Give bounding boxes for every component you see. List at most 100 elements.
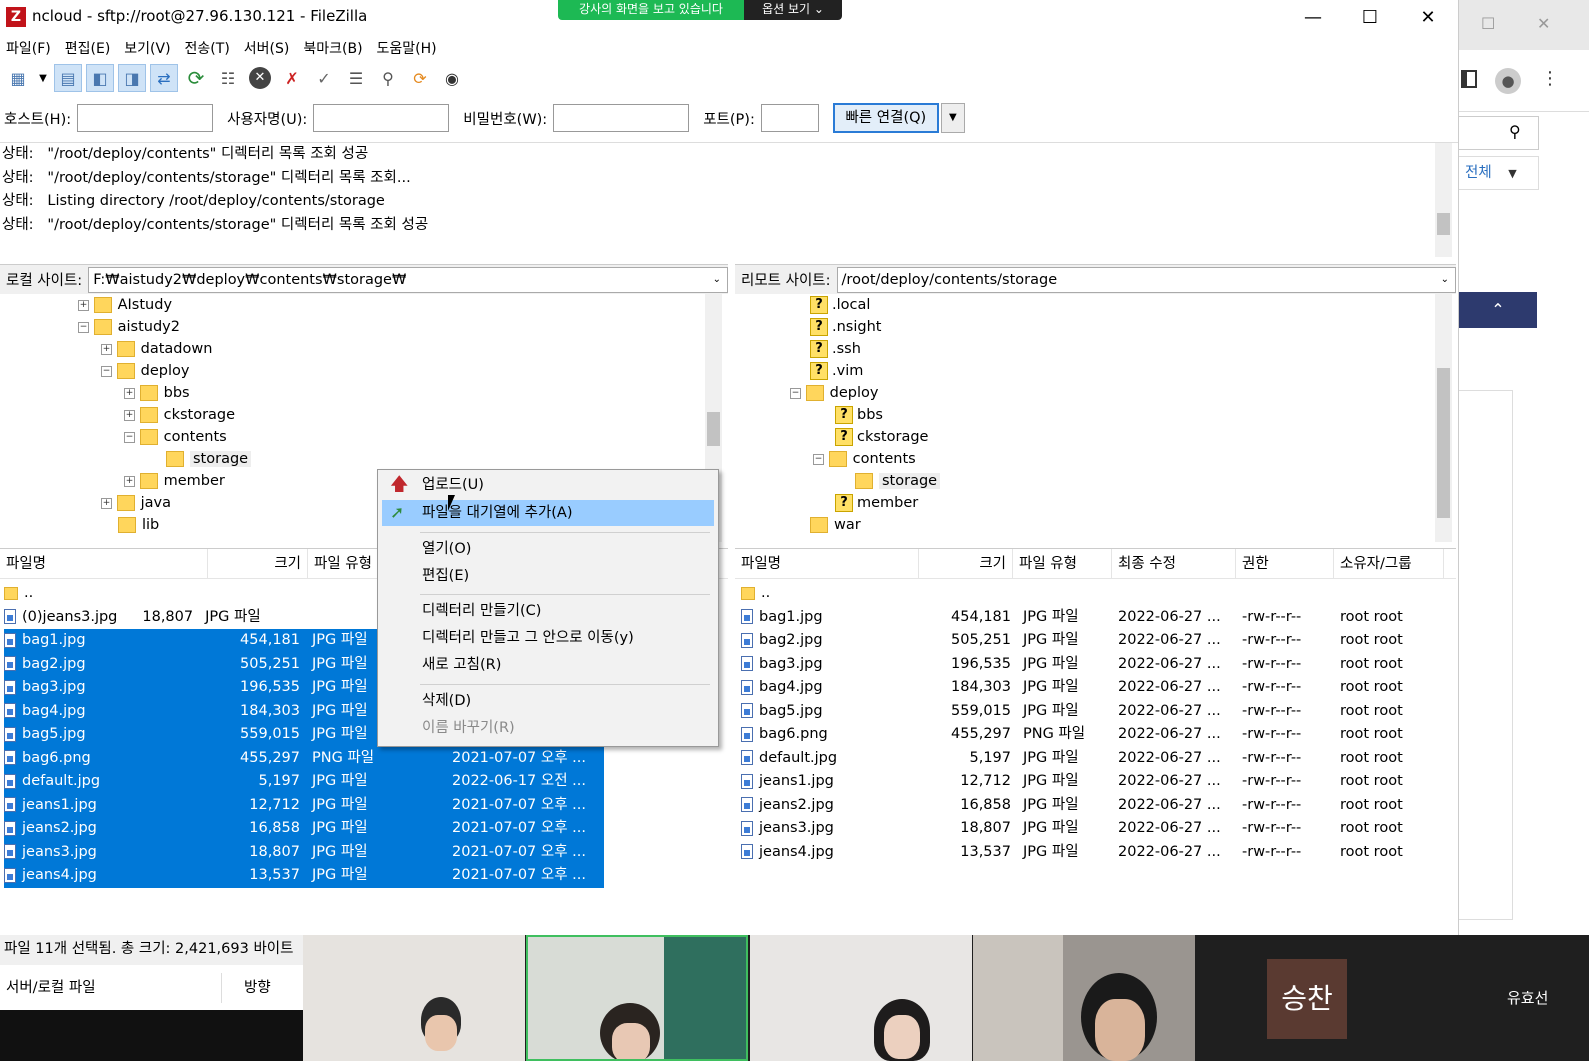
sync-browse-icon[interactable]: ⟳ [406,64,434,92]
file-row[interactable]: jeans3.jpg 18,807 JPG 파일 2022-06-27 ... -rw-… [741,817,1441,841]
search-files-icon[interactable]: ◉ [438,64,466,92]
menu-file[interactable]: 파일(F) [0,34,59,60]
close-button[interactable]: ✕ [1405,0,1451,34]
directory-filter-icon[interactable]: ☰ [342,64,370,92]
col-owner[interactable]: 소유자/그룹 [1334,549,1444,578]
menu-help[interactable]: 도움말(H) [371,34,445,60]
process-queue-icon[interactable]: ☷ [214,64,242,92]
file-row[interactable]: bag6.png 455,297 PNG 파일 2022-06-27 ... -rw-r… [741,723,1441,747]
tree-item-selected[interactable]: storage [855,470,941,492]
search-box[interactable] [1459,116,1539,150]
dropdown-arrow-icon[interactable]: ▼ [36,64,50,92]
file-row[interactable]: jeans1.jpg 12,712 JPG 파일 2022-06-27 ... -rw-… [741,770,1441,794]
tree-item[interactable]: − deploy [101,360,189,382]
toggle-remote-tree-icon[interactable]: ◨ [118,64,146,92]
col-filename[interactable]: 파일명 [0,549,208,578]
port-input[interactable] [760,104,819,132]
username-input[interactable] [313,104,450,132]
menu-item-add-to-queue[interactable]: ➚ 파일을 대기열에 추가(A) [382,500,714,526]
tree-item[interactable]: − aistudy2 [78,316,180,338]
file-row[interactable]: bag4.jpg 184,303 JPG 파일 2022-06-27 ... -rw-r… [741,676,1441,700]
col-modified[interactable]: 최종 수정 [1112,549,1236,578]
menu-edit[interactable]: 편집(E) [59,34,119,60]
more-menu-icon[interactable]: ⋮ [1541,68,1559,89]
tree-item[interactable]: ? .nsight [810,316,881,338]
scroll-thumb[interactable] [1437,368,1450,518]
tree-item[interactable]: − contents [813,448,916,470]
menu-server[interactable]: 서버(S) [238,34,298,60]
video-tile[interactable]: 유효선 [1419,935,1589,1061]
col-size[interactable]: 크기 [208,549,308,578]
toggle-queue-icon[interactable]: ⇄ [150,64,178,92]
file-row[interactable]: jeans3.jpg 18,807 JPG 파일 2021-07-07 오후 ... [4,840,604,864]
menu-transfer[interactable]: 전송(T) [179,34,238,60]
tree-item[interactable]: ? .ssh [810,338,861,360]
col-filename[interactable]: 파일명 [735,549,919,578]
quickconnect-button[interactable]: 빠른 연결(Q) [832,103,939,133]
tree-item[interactable]: + java [101,492,171,514]
tree-item[interactable]: ? member [835,492,918,514]
file-row[interactable]: jeans1.jpg 12,712 JPG 파일 2021-07-07 오후 ... [4,793,604,817]
host-input[interactable] [77,104,214,132]
queue-col-file[interactable]: 서버/로컬 파일 [0,972,222,1003]
video-tile[interactable] [303,935,525,1061]
compare-icon[interactable]: ⚲ [374,64,402,92]
menu-item-edit[interactable]: 편집(E) [382,563,714,589]
col-type[interactable]: 파일 유형 [1013,549,1112,578]
file-row[interactable]: bag1.jpg 454,181 JPG 파일 2022-06-27 ... -rw-r… [741,606,1441,630]
tree-item[interactable]: ? bbs [835,404,883,426]
menu-view[interactable]: 보기(V) [118,34,178,60]
col-size[interactable]: 크기 [919,549,1013,578]
file-row[interactable]: jeans2.jpg 16,858 JPG 파일 2021-07-07 오후 ... [4,817,604,841]
tree-item[interactable]: war [810,514,861,536]
search-icon[interactable]: ⚲ [1509,122,1521,141]
video-tile-active[interactable] [526,935,748,1061]
file-row[interactable]: bag3.jpg 196,535 JPG 파일 2022-06-27 ... -rw-r… [741,653,1441,677]
video-tile[interactable] [750,935,972,1061]
menu-bookmarks[interactable]: 북마크(B) [297,34,370,60]
file-row[interactable]: bag2.jpg 505,251 JPG 파일 2022-06-27 ... -rw-r… [741,629,1441,653]
share-options-button[interactable]: 옵션 보기 ⌄ [744,0,842,20]
local-path-input[interactable]: F:₩aistudy2₩deploy₩contents₩storage₩ ⌄ [88,266,728,293]
file-row[interactable]: bag5.jpg 559,015 JPG 파일 2022-06-27 ... -rw-r… [741,700,1441,724]
refresh-icon[interactable]: ⟳ [182,64,210,92]
sidebar-icon[interactable] [1461,70,1477,88]
scroll-thumb[interactable] [707,412,720,446]
disconnect-icon[interactable]: ✗ [278,64,306,92]
toggle-log-icon[interactable]: ▤ [54,64,82,92]
log-scroll-thumb[interactable] [1437,213,1450,235]
tree-item[interactable]: + AIstudy [78,294,172,316]
menu-item-open[interactable]: 열기(O) [382,536,714,562]
tree-item[interactable]: lib [118,514,159,536]
menu-item-delete[interactable]: 삭제(D) [382,688,714,714]
reconnect-icon[interactable]: ✓ [310,64,338,92]
tree-item[interactable]: + member [124,470,225,492]
tree-item[interactable]: + bbs [124,382,190,404]
toggle-local-tree-icon[interactable]: ◧ [86,64,114,92]
file-row[interactable]: jeans2.jpg 16,858 JPG 파일 2022-06-27 ... -rw-… [741,794,1441,818]
file-row[interactable]: jeans4.jpg 13,537 JPG 파일 2021-07-07 오후 ... [4,864,604,888]
maximize-button[interactable]: ☐ [1347,0,1393,34]
tree-item[interactable]: ? .local [810,294,870,316]
tree-item[interactable]: − deploy [790,382,878,404]
file-row[interactable]: jeans4.jpg 13,537 JPG 파일 2022-06-27 ... -rw-… [741,841,1441,865]
menu-item-upload[interactable]: 🡅 업로드(U) [382,472,714,498]
remote-path-input[interactable]: /root/deploy/contents/storage ⌄ [836,266,1456,293]
menu-item-create-directory[interactable]: 디렉터리 만들기(C) [382,598,714,624]
site-manager-icon[interactable]: ▦ [4,64,32,92]
menu-item-create-and-enter-directory[interactable]: 디렉터리 만들고 그 안으로 이동(y) [382,625,714,651]
file-row[interactable]: (0)jeans3.jpg 18,807 JPG 파일 [4,606,384,630]
video-tile[interactable]: 승찬 [1196,935,1418,1061]
file-row[interactable]: default.jpg 5,197 JPG 파일 2022-06-27 ... -rw-… [741,747,1441,771]
remote-tree-scrollbar[interactable] [1435,294,1452,542]
filter-select[interactable]: 전체 ▼ [1459,156,1539,190]
file-row[interactable]: .. [4,582,304,606]
queue-col-direction[interactable]: 방향 [222,973,302,1003]
log-scrollbar[interactable] [1435,143,1452,257]
menu-item-refresh[interactable]: 새로 고침(R) [382,652,714,678]
file-row[interactable]: bag6.png 455,297 PNG 파일 2021-07-07 오후 ... [4,746,604,770]
tree-item[interactable]: + datadown [101,338,212,360]
profile-avatar-icon[interactable]: ● [1495,68,1521,94]
tree-item[interactable]: + ckstorage [124,404,235,426]
minimize-button[interactable]: — [1290,0,1336,34]
